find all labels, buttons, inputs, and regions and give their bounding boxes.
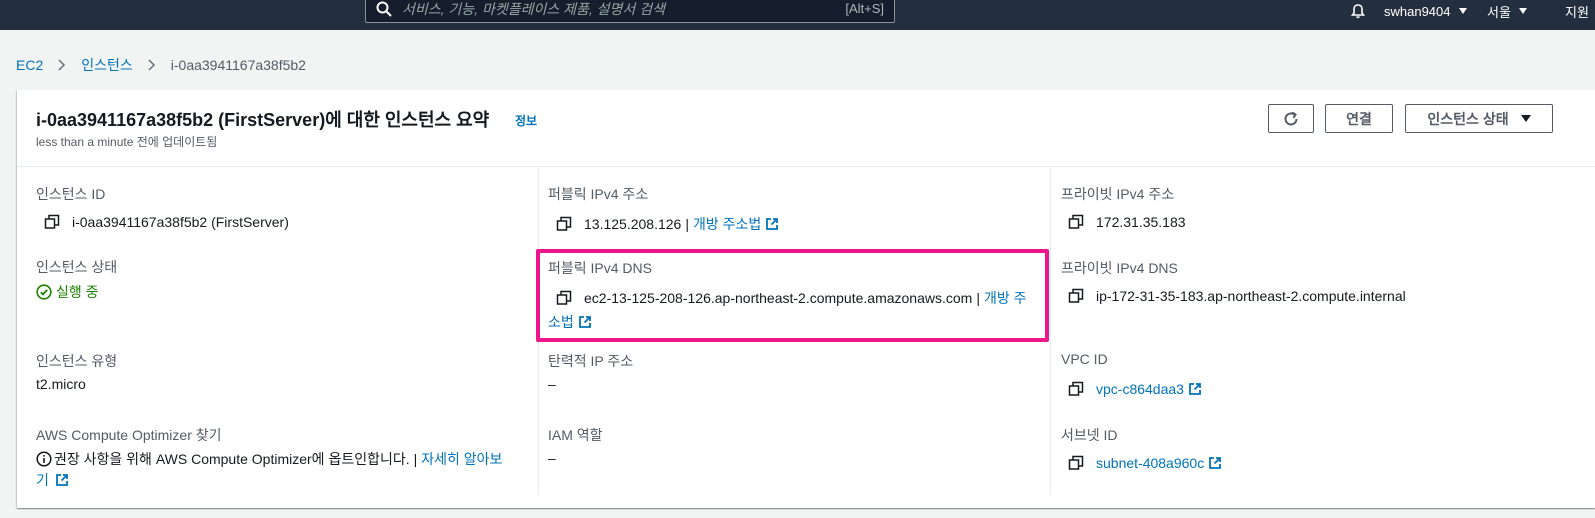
subnet-link[interactable]: subnet-408a960c [1096, 455, 1204, 471]
optimizer-text: 권장 사항을 위해 AWS Compute Optimizer에 옵트인합니다. [54, 451, 410, 467]
learn-more-link[interactable]: 자세히 알아보 [421, 449, 502, 469]
support-label: 지원 [1565, 4, 1589, 20]
external-link-icon [1189, 383, 1201, 395]
column-divider [1050, 168, 1051, 495]
elastic-ip-value: – [548, 376, 556, 392]
external-link-icon [766, 218, 779, 230]
instance-state-label: 인스턴스 상태 [1427, 110, 1509, 127]
copy-icon[interactable] [556, 216, 572, 232]
private-ip-value: 172.31.35.183 [1068, 214, 1186, 230]
subnet-id-label: 서브넷 ID [1061, 427, 1118, 443]
subnet-id-value: subnet-408a960c [1068, 455, 1222, 471]
separator: | [685, 216, 689, 232]
top-nav-bar: 서비스, 기능, 마켓플레이스 제품, 설명서 검색 [Alt+S] swhan… [0, 0, 1595, 30]
iam-role-label: IAM 역할 [548, 427, 603, 443]
chevron-down-icon [1518, 8, 1527, 14]
bell-icon [1350, 4, 1366, 19]
updated-timestamp: less than a minute 전에 업데이트됨 [36, 135, 218, 149]
copy-icon[interactable] [44, 214, 60, 230]
copy-icon[interactable] [1068, 381, 1084, 397]
private-ip-label: 프라이빗 IPv4 주소 [1061, 186, 1175, 202]
connect-button[interactable]: 연결 [1325, 104, 1393, 133]
vpc-id-value: vpc-c864daa3 [1068, 381, 1202, 397]
copy-icon[interactable] [1068, 455, 1084, 471]
info-link[interactable]: 정보 [515, 112, 537, 129]
external-link-icon [1209, 457, 1222, 469]
chevron-right-icon [148, 59, 155, 71]
instance-state-text: 실행 중 [56, 284, 99, 300]
vpc-id-label: VPC ID [1061, 351, 1108, 367]
breadcrumb-current: i-0aa3941167a38f5b2 [170, 57, 306, 73]
caret-down-icon [1520, 115, 1531, 122]
region-menu[interactable]: 서울 [1487, 0, 1527, 22]
public-ip-label: 퍼블릭 IPv4 주소 [548, 186, 649, 202]
notifications-button[interactable] [1350, 0, 1366, 22]
panel-header: i-0aa3941167a38f5b2 (FirstServer)에 대한 인스… [17, 90, 1595, 167]
refresh-button[interactable] [1268, 104, 1314, 133]
search-icon [376, 1, 392, 17]
public-ip-value: 13.125.208.126 | 개방 주소법 [556, 214, 779, 234]
breadcrumb: EC2 인스턴스 i-0aa3941167a38f5b2 [16, 56, 306, 74]
page-title: i-0aa3941167a38f5b2 (FirstServer)에 대한 인스… [36, 110, 490, 130]
learn-more-link-cont[interactable]: 기 [36, 470, 49, 490]
account-menu[interactable]: swhan9404 [1384, 0, 1467, 22]
external-link-icon [55, 474, 68, 486]
vpc-link[interactable]: vpc-c864daa3 [1096, 381, 1184, 397]
instance-state-value: 실행 중 [36, 282, 99, 302]
instance-id-text: i-0aa3941167a38f5b2 (FirstServer) [72, 214, 289, 230]
private-dns-text: ip-172-31-35-183.ap-northeast-2.compute.… [1096, 288, 1406, 304]
instance-state-label: 인스턴스 상태 [36, 259, 118, 275]
account-name: swhan9404 [1384, 3, 1451, 19]
breadcrumb-ec2[interactable]: EC2 [16, 57, 43, 73]
search-box[interactable]: 서비스, 기능, 마켓플레이스 제품, 설명서 검색 [Alt+S] [365, 0, 895, 23]
open-address-link[interactable]: 개방 주소법 [693, 214, 761, 234]
instance-type-value: t2.micro [36, 376, 86, 392]
instance-state-button[interactable]: 인스턴스 상태 [1405, 104, 1553, 133]
chevron-right-icon [58, 59, 66, 71]
optimizer-value: 권장 사항을 위해 AWS Compute Optimizer에 옵트인합니다.… [36, 449, 502, 469]
private-ip-text: 172.31.35.183 [1096, 214, 1186, 230]
refresh-icon [1284, 111, 1298, 125]
support-menu[interactable]: 지원 [1565, 0, 1589, 22]
private-dns-value: ip-172-31-35-183.ap-northeast-2.compute.… [1068, 288, 1406, 304]
elastic-ip-label: 탄력적 IP 주소 [548, 353, 634, 369]
optimizer-label: AWS Compute Optimizer 찾기 [36, 427, 222, 443]
private-dns-label: 프라이빗 IPv4 DNS [1061, 260, 1178, 276]
search-shortcut: [Alt+S] [845, 1, 884, 16]
copy-icon[interactable] [1068, 288, 1084, 304]
info-icon [36, 451, 52, 467]
chevron-down-icon [1458, 8, 1467, 14]
search-placeholder: 서비스, 기능, 마켓플레이스 제품, 설명서 검색 [402, 0, 665, 17]
instance-type-label: 인스턴스 유형 [36, 353, 118, 369]
copy-icon[interactable] [1068, 214, 1084, 230]
check-circle-icon [36, 284, 52, 300]
highlight-box [536, 249, 1049, 342]
breadcrumb-instances[interactable]: 인스턴스 [81, 55, 133, 75]
instance-id-label: 인스턴스 ID [36, 186, 106, 202]
connect-label: 연결 [1346, 110, 1372, 127]
learn-more-link-wrap: 기 [36, 470, 69, 490]
region-name: 서울 [1487, 4, 1511, 20]
iam-role-value: – [548, 450, 556, 466]
public-ip-text: 13.125.208.126 [584, 216, 682, 232]
separator: | [413, 451, 418, 467]
instance-id-value: i-0aa3941167a38f5b2 (FirstServer) [44, 214, 289, 230]
